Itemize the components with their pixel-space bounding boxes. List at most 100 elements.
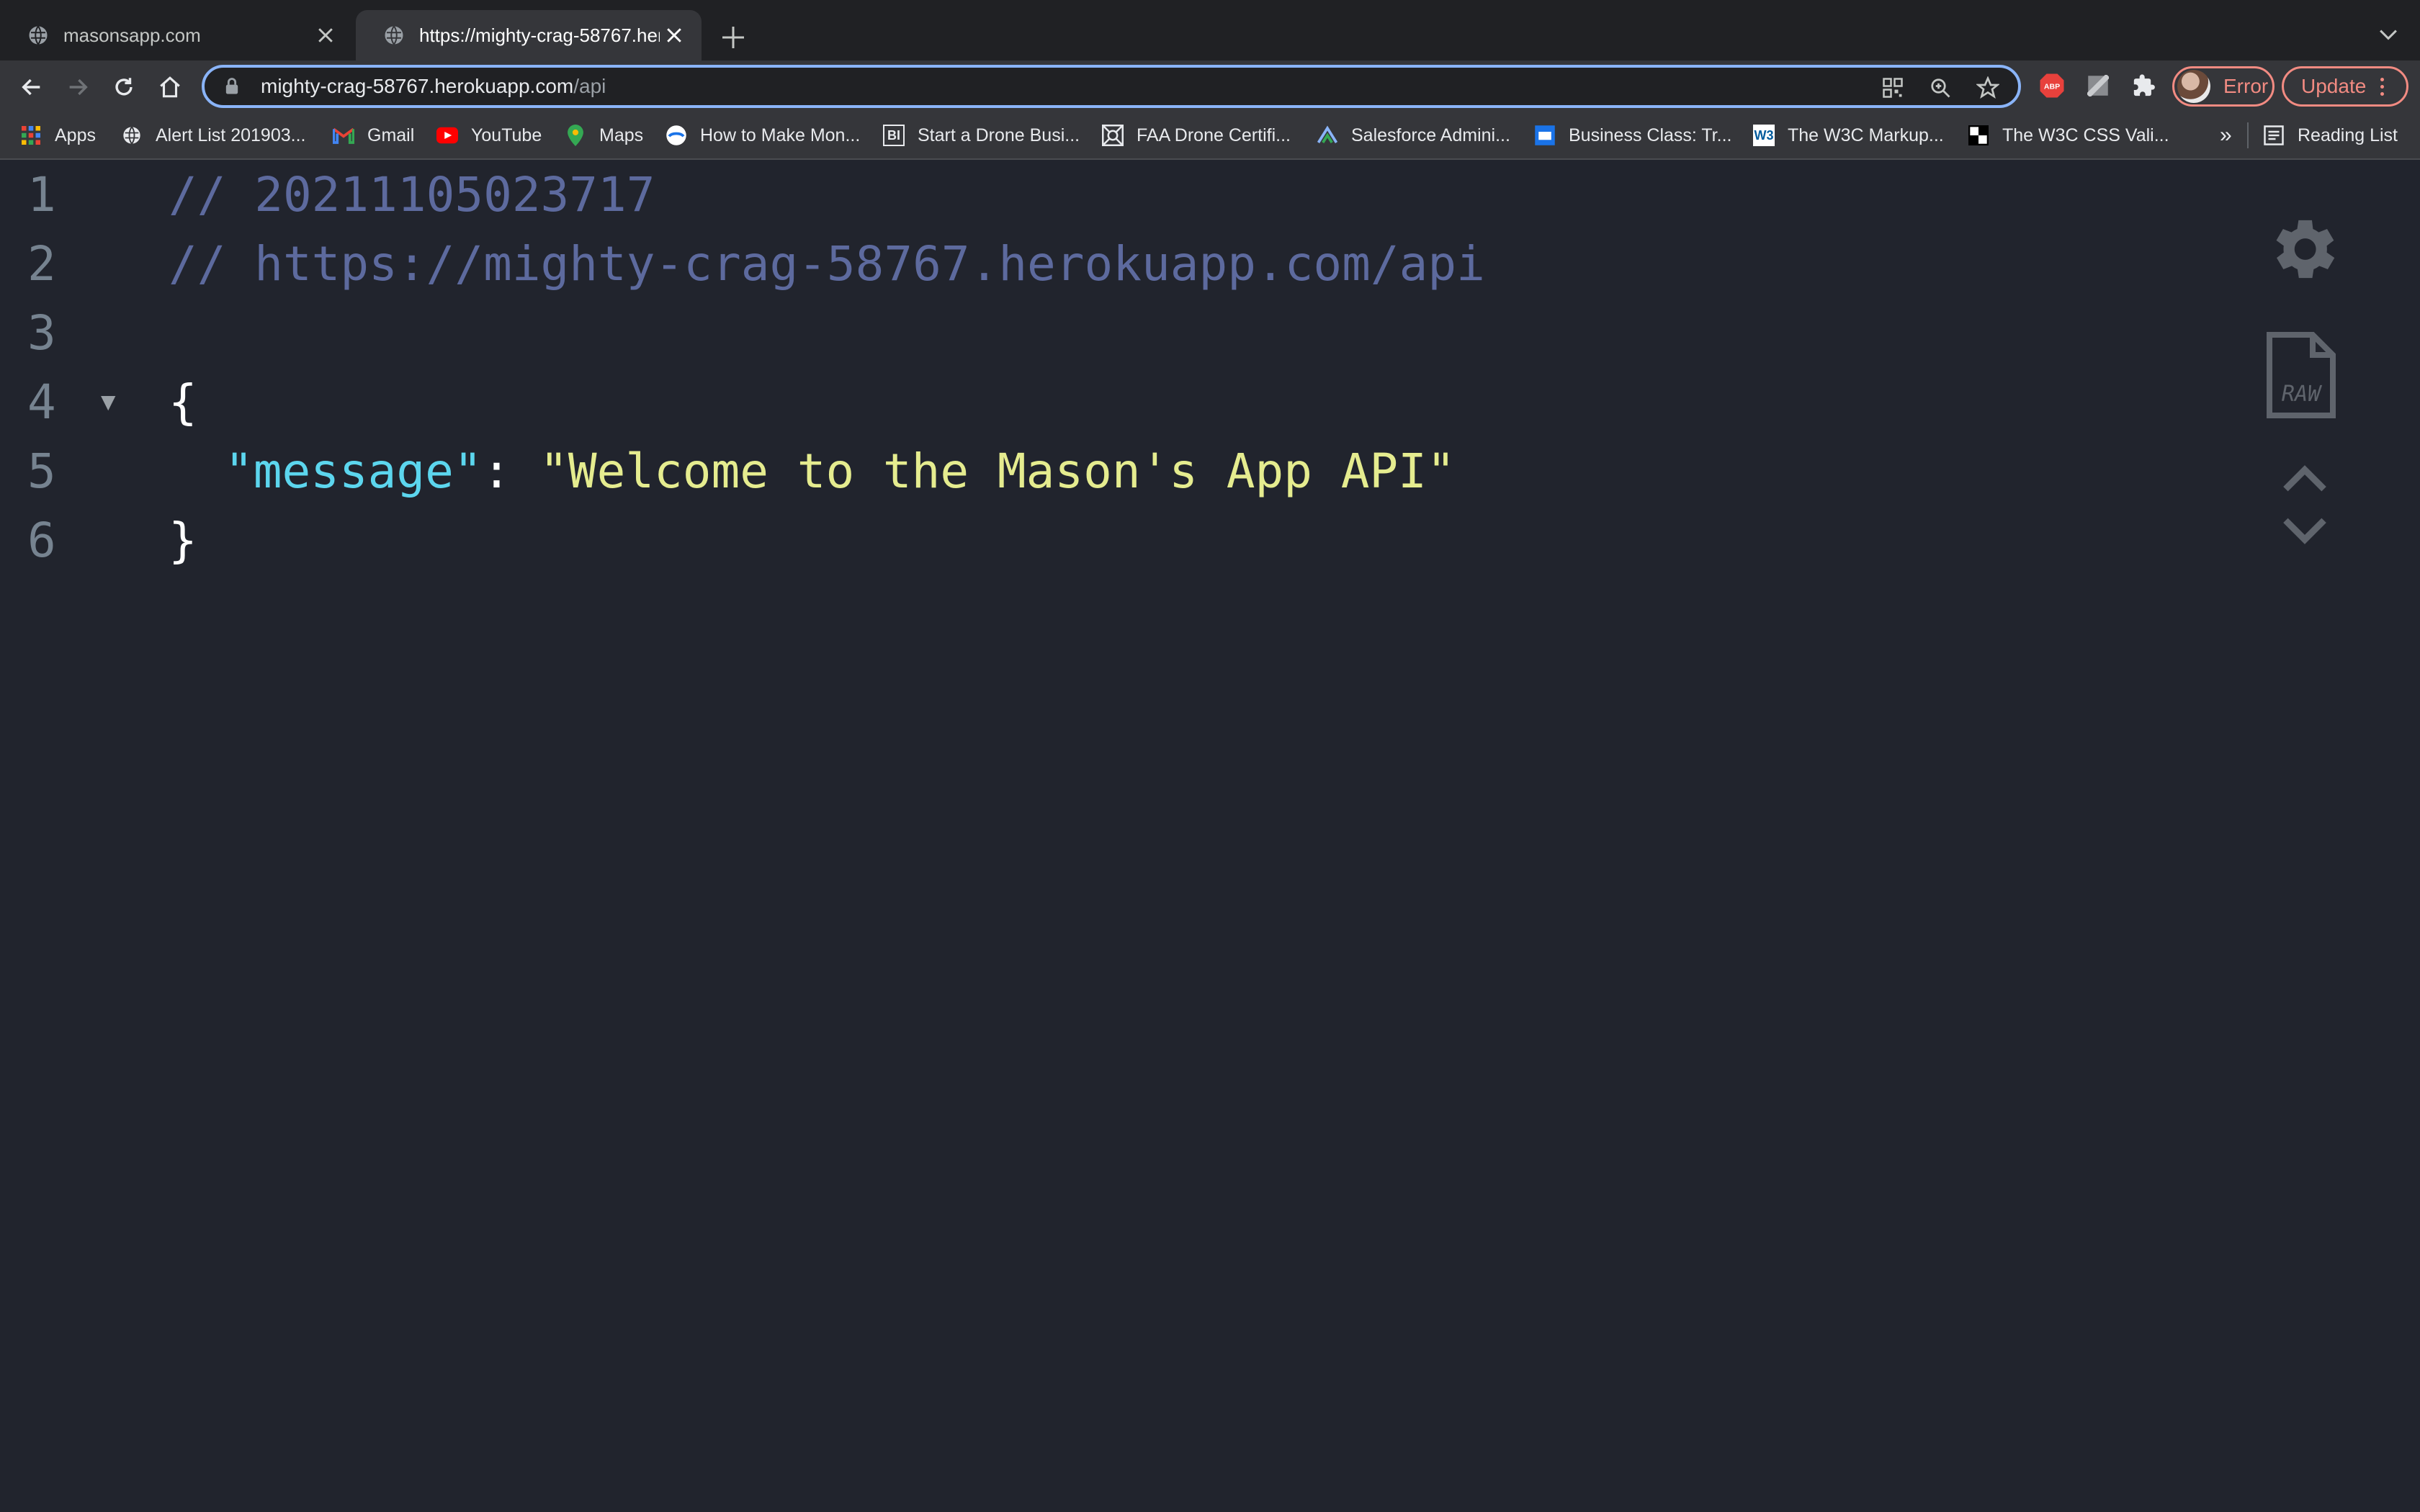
code-line: 2 // https://mighty-crag-58767.herokuapp… <box>0 229 2161 298</box>
json-colon: : <box>482 443 540 499</box>
globe-icon <box>121 125 143 146</box>
svg-text:ABP: ABP <box>2044 83 2060 91</box>
lock-icon[interactable] <box>222 76 242 96</box>
open-brace: { <box>169 374 197 430</box>
bookmark-faa-drone[interactable]: FAA Drone Certifi... <box>1102 115 1291 156</box>
chevron-down-icon <box>2380 30 2397 40</box>
gmail-icon <box>333 125 354 146</box>
tab-title: masonsapp.com <box>63 24 201 46</box>
bookmark-label: Business Class: Tr... <box>1569 125 1732 145</box>
code-line: 3 <box>0 298 2161 367</box>
url-path: /api <box>573 75 606 97</box>
plus-icon <box>722 27 744 48</box>
reading-list-icon <box>2263 125 2285 146</box>
bookmark-w3c-css[interactable]: The W3C CSS Vali... <box>1968 115 2169 156</box>
code-line: 1 // 20211105023717 <box>0 160 2161 229</box>
business-logo-icon <box>1534 125 1556 146</box>
fold-toggle-icon[interactable]: ▼ <box>101 387 115 416</box>
bookmark-label: How to Make Mon... <box>700 125 861 145</box>
tab-title: https://mighty-crag-58767.herokuapp.com/… <box>419 24 660 46</box>
chevron-down-icon <box>2283 518 2326 544</box>
salesforce-logo-icon <box>1317 125 1338 146</box>
svg-text:RAW: RAW <box>2282 382 2323 407</box>
bookmark-label: Salesforce Admini... <box>1351 125 1510 145</box>
youtube-icon <box>436 125 458 146</box>
json-key: "message" <box>225 443 483 499</box>
profile-status: Error <box>2223 75 2269 97</box>
line-number: 5 <box>27 443 56 499</box>
url-text[interactable]: mighty-crag-58767.herokuapp.com/api <box>261 75 606 98</box>
qr-code-icon[interactable] <box>1877 72 1909 104</box>
close-brace: } <box>169 512 197 568</box>
line-number: 6 <box>27 512 56 568</box>
code-line: 6 } <box>0 505 2161 575</box>
globe-icon <box>29 25 48 45</box>
tab-api[interactable]: https://mighty-crag-58767.herokuapp.com/… <box>356 10 702 60</box>
bookmark-label: FAA Drone Certifi... <box>1137 125 1291 145</box>
raw-view-button[interactable]: RAW <box>2262 328 2341 422</box>
raw-file-icon: RAW <box>2267 332 2336 418</box>
chevron-double-right-icon: » <box>2220 123 2232 147</box>
site-logo-icon <box>666 125 687 146</box>
arrow-right-icon <box>69 78 88 96</box>
back-button[interactable] <box>13 68 50 106</box>
forward-button[interactable] <box>59 68 97 106</box>
reading-list-label: Reading List <box>2298 125 2398 145</box>
bookmark-alert-list[interactable]: Alert List 201903... <box>121 115 305 156</box>
home-button[interactable] <box>151 68 189 106</box>
bookmark-business-class[interactable]: Business Class: Tr... <box>1534 115 1731 156</box>
reading-list-button[interactable]: Reading List <box>2263 115 2398 156</box>
settings-gear-button[interactable] <box>2259 206 2345 292</box>
arrow-left-icon <box>22 78 40 96</box>
line-number: 2 <box>27 235 56 292</box>
tab-search-button[interactable] <box>2372 19 2404 50</box>
more-vert-icon <box>2380 77 2385 96</box>
new-tab-button[interactable] <box>716 20 750 55</box>
bookmark-maps[interactable]: Maps <box>565 115 643 156</box>
bookmark-label: Apps <box>55 125 96 145</box>
close-icon[interactable] <box>660 21 689 50</box>
chevron-up-icon <box>2283 465 2326 492</box>
puzzle-extensions-icon[interactable] <box>2128 69 2161 102</box>
bookmark-how-to-make-money[interactable]: How to Make Mon... <box>666 115 860 156</box>
code-line: 5 "message": "Welcome to the Mason's App… <box>0 436 2161 505</box>
globe-icon <box>385 25 403 45</box>
update-button[interactable]: Update <box>2282 66 2408 107</box>
reload-icon <box>115 78 133 96</box>
line-number: 3 <box>27 305 56 361</box>
bookmark-apps[interactable]: Apps <box>20 115 96 156</box>
extension-icon[interactable] <box>2081 69 2115 102</box>
w3c-css-logo-icon <box>1968 125 1989 146</box>
bookmark-label: Maps <box>599 125 644 145</box>
address-bar[interactable]: mighty-crag-58767.herokuapp.com/api <box>202 65 2021 108</box>
profile-button[interactable]: Error <box>2172 66 2275 107</box>
bookmarks-overflow-button[interactable]: » <box>2220 115 2232 156</box>
close-icon[interactable] <box>311 21 340 50</box>
bookmark-w3c-markup[interactable]: W3 The W3C Markup... <box>1753 115 1944 156</box>
json-entry: "message": "Welcome to the Mason's App A… <box>225 444 1456 499</box>
json-viewer: 1 // 20211105023717 2 // https://mighty-… <box>0 160 2420 1512</box>
bookmark-salesforce[interactable]: Salesforce Admini... <box>1317 115 1510 156</box>
adblock-extension-icon[interactable]: ABP <box>2035 69 2069 102</box>
w3c-logo-icon: W3 <box>1753 125 1775 146</box>
line-number: 1 <box>27 166 56 222</box>
star-icon[interactable] <box>1972 72 2004 104</box>
code-line: 4 ▼ { <box>0 367 2161 436</box>
bookmark-youtube[interactable]: YouTube <box>436 115 542 156</box>
bookmark-label: Gmail <box>367 125 415 145</box>
comment-url: // https://mighty-crag-58767.herokuapp.c… <box>169 235 1485 292</box>
bookmark-label: The W3C Markup... <box>1788 125 1944 145</box>
bookmark-drone-business[interactable]: BI Start a Drone Busi... <box>883 115 1080 156</box>
bookmark-gmail[interactable]: Gmail <box>333 115 414 156</box>
tab-masonsapp[interactable]: masonsapp.com <box>0 10 353 60</box>
gear-icon <box>2276 220 2335 279</box>
reload-button[interactable] <box>105 68 143 106</box>
bookmarks-divider <box>2247 122 2249 148</box>
scroll-up-button[interactable] <box>2280 462 2329 494</box>
bookmarks-bar: Apps Alert List 201903... Gmail YouTube … <box>0 115 2420 156</box>
url-host: mighty-crag-58767.herokuapp.com <box>261 75 574 97</box>
bookmark-label: Start a Drone Busi... <box>918 125 1080 145</box>
zoom-icon[interactable] <box>1924 72 1956 104</box>
bookmark-label: The W3C CSS Vali... <box>2002 125 2169 145</box>
scroll-down-button[interactable] <box>2280 516 2329 547</box>
